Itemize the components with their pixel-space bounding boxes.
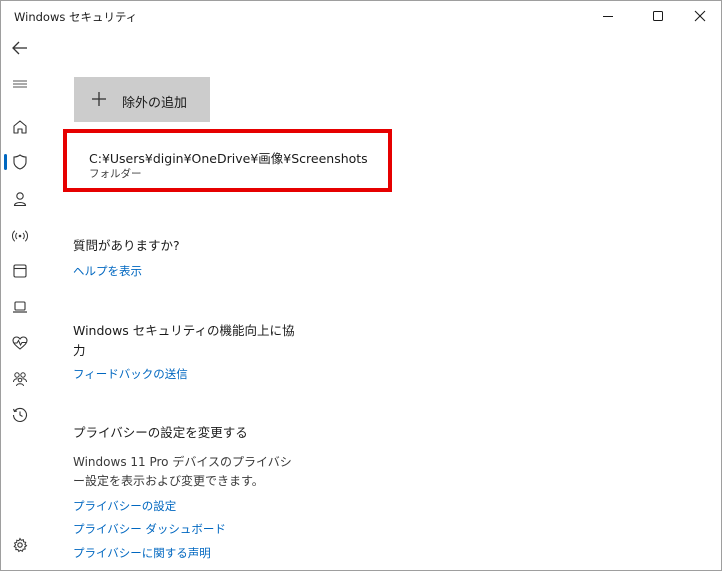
nav-firewall-network[interactable] xyxy=(9,225,31,247)
plus-icon xyxy=(92,92,106,106)
exclusion-item[interactable]: C:¥Users¥digin¥OneDrive¥画像¥Screenshots フ… xyxy=(63,129,392,192)
maximize-button[interactable] xyxy=(635,1,681,31)
feedback-link[interactable]: フィードバックの送信 xyxy=(73,366,188,382)
person-icon xyxy=(13,192,27,207)
hamburger-menu-icon xyxy=(13,80,27,88)
title-bar: Windows セキュリティ xyxy=(1,1,721,31)
back-arrow-icon xyxy=(12,41,27,55)
add-exclusion-button[interactable]: 除外の追加 xyxy=(74,77,210,122)
close-icon xyxy=(694,10,706,22)
nav-device-security[interactable] xyxy=(9,296,31,318)
selected-indicator xyxy=(4,154,7,170)
nav-app-browser-control[interactable] xyxy=(9,260,31,282)
wifi-antenna-icon xyxy=(11,230,29,242)
exclusion-path: C:¥Users¥digin¥OneDrive¥画像¥Screenshots xyxy=(89,151,368,166)
laptop-icon xyxy=(13,301,27,313)
shield-icon xyxy=(13,154,27,170)
privacy-heading: プライバシーの設定を変更する xyxy=(73,425,248,440)
nav-account-protection[interactable] xyxy=(9,188,31,210)
nav-family-options[interactable] xyxy=(9,368,31,390)
privacy-description: Windows 11 Pro デバイスのプライバシー設定を表示および変更できます… xyxy=(73,455,292,488)
nav-settings[interactable] xyxy=(9,534,31,556)
gear-icon xyxy=(13,537,28,553)
menu-button[interactable] xyxy=(9,73,31,95)
exclusion-type: フォルダー xyxy=(89,168,142,180)
help-heading: 質問がありますか? xyxy=(73,238,180,253)
nav-device-performance[interactable] xyxy=(9,332,31,354)
main-content: 除外の追加 C:¥Users¥digin¥OneDrive¥画像¥Screens… xyxy=(39,31,721,570)
heart-pulse-icon xyxy=(12,336,28,350)
privacy-statement-link[interactable]: プライバシーに関する声明 xyxy=(73,545,211,561)
minimize-icon xyxy=(603,16,613,17)
privacy-dashboard-link[interactable]: プライバシー ダッシュボード xyxy=(73,521,226,537)
feedback-heading: Windows セキュリティの機能向上に協力 xyxy=(73,323,295,358)
minimize-button[interactable] xyxy=(585,1,631,31)
privacy-settings-link[interactable]: プライバシーの設定 xyxy=(73,498,176,514)
nav-home[interactable] xyxy=(9,116,31,138)
back-button[interactable] xyxy=(9,37,31,59)
app-title: Windows セキュリティ xyxy=(14,10,138,24)
maximize-icon xyxy=(653,11,663,21)
home-icon xyxy=(13,120,27,134)
help-link[interactable]: ヘルプを表示 xyxy=(73,263,142,279)
add-exclusion-label: 除外の追加 xyxy=(122,96,188,111)
nav-virus-protection[interactable] xyxy=(9,151,31,173)
navigation-sidebar xyxy=(1,31,39,570)
security-window: Windows セキュリティ 除外の追加 C:¥Users¥digin¥OneD… xyxy=(0,0,722,571)
nav-protection-history[interactable] xyxy=(9,404,31,426)
app-browser-icon xyxy=(13,264,27,278)
history-icon xyxy=(12,407,28,423)
close-button[interactable] xyxy=(677,1,721,31)
family-icon xyxy=(13,372,27,387)
